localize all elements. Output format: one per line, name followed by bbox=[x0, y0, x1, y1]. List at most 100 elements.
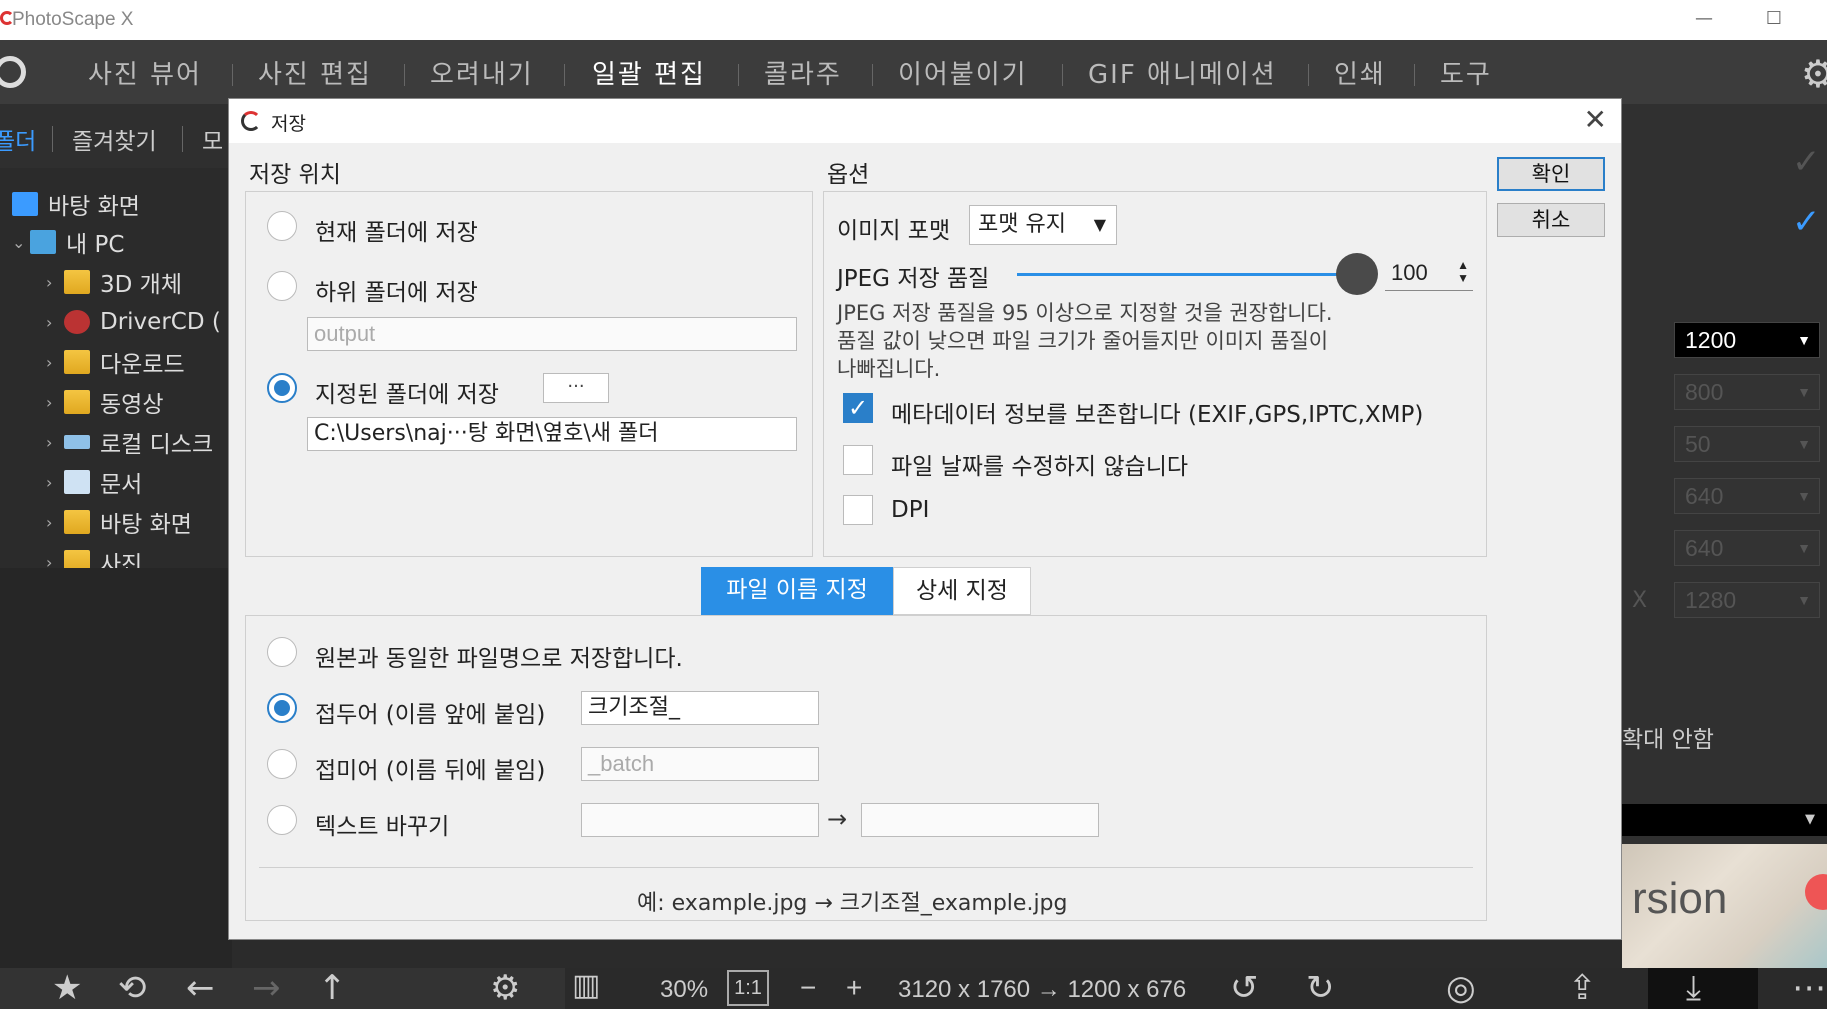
maximize-button[interactable]: ☐ bbox=[1754, 4, 1794, 34]
tab-file-naming[interactable]: 파일 이름 지정 bbox=[701, 567, 893, 615]
chevron-down-icon[interactable]: ⌄ bbox=[12, 233, 30, 252]
tab-separator bbox=[52, 126, 53, 152]
tab-more[interactable]: 모 bbox=[202, 122, 223, 156]
tree-item-videos[interactable]: › 동영상 bbox=[46, 384, 163, 420]
same-name-radio[interactable] bbox=[267, 637, 297, 667]
image-format-select[interactable]: 포맷 유지 ▼ bbox=[969, 205, 1117, 245]
browse-button[interactable]: ··· bbox=[543, 373, 609, 403]
tree-item-pictures[interactable]: › 사진 bbox=[46, 544, 142, 568]
replace-to-input[interactable] bbox=[861, 803, 1099, 837]
refresh-icon[interactable]: ⟲ bbox=[118, 968, 147, 1008]
current-folder-label[interactable]: 현재 폴더에 저장 bbox=[315, 213, 478, 247]
minimize-button[interactable]: — bbox=[1684, 4, 1724, 34]
chevron-right-icon[interactable]: › bbox=[46, 313, 64, 332]
prefix-radio[interactable] bbox=[267, 693, 297, 723]
chevron-right-icon[interactable]: › bbox=[46, 353, 64, 372]
tab-detail-settings[interactable]: 상세 지정 bbox=[893, 567, 1031, 615]
tree-item-my-pc[interactable]: ⌄ 내 PC bbox=[12, 224, 124, 260]
size-select-value: 640 bbox=[1685, 483, 1724, 509]
zoom-out-button[interactable]: − bbox=[800, 972, 816, 1004]
menu-photo-viewer[interactable]: 사진 뷰어 bbox=[88, 54, 202, 91]
share-icon[interactable]: ⇪ bbox=[1568, 968, 1597, 1008]
menu-cut-out[interactable]: 오려내기 bbox=[430, 54, 534, 91]
menu-photo-editor[interactable]: 사진 편집 bbox=[258, 54, 372, 91]
rotate-left-icon[interactable]: ↺ bbox=[1230, 968, 1259, 1008]
image-format-value: 포맷 유지 bbox=[978, 212, 1066, 237]
specified-folder-label[interactable]: 지정된 폴더에 저장 bbox=[315, 375, 499, 409]
zoom-level[interactable]: 30% bbox=[660, 976, 708, 1004]
settings-gear-icon[interactable]: ⚙ bbox=[1801, 52, 1827, 96]
more-icon[interactable]: ⋯ bbox=[1792, 968, 1826, 1008]
chevron-right-icon[interactable]: › bbox=[46, 513, 64, 532]
folder-icon bbox=[64, 270, 90, 294]
keep-metadata-checkbox[interactable]: ✓ bbox=[843, 393, 873, 423]
keep-metadata-label[interactable]: 메타데이터 정보를 보존합니다 (EXIF,GPS,IPTC,XMP) bbox=[891, 395, 1423, 429]
one-to-one-button[interactable]: 1:1 bbox=[727, 970, 769, 1006]
menu-tools[interactable]: 도구 bbox=[1440, 54, 1492, 91]
keep-file-date-label[interactable]: 파일 날짜를 수정하지 않습니다 bbox=[891, 447, 1188, 481]
dropdown-arrow-icon: ▼ bbox=[1797, 436, 1811, 452]
check-icon[interactable]: ✓ bbox=[1792, 202, 1821, 242]
up-arrow-icon[interactable]: ↑ bbox=[318, 968, 347, 1008]
tree-item-documents[interactable]: › 문서 bbox=[46, 464, 142, 500]
prefix-input[interactable]: 크기조절_ bbox=[581, 691, 819, 725]
dpi-label[interactable]: DPI bbox=[891, 497, 929, 523]
chevron-right-icon[interactable]: › bbox=[46, 473, 64, 492]
back-arrow-icon[interactable]: ← bbox=[186, 968, 215, 1008]
rotate-right-icon[interactable]: ↻ bbox=[1306, 968, 1335, 1008]
jpeg-quality-spinner[interactable]: 100 ▲ ▼ bbox=[1385, 257, 1473, 291]
folder-path-input[interactable]: C:\Users\naj···탕 화면\옆호\새 폴더 bbox=[307, 417, 797, 451]
tree-item-local-disk[interactable]: › 로컬 디스크 bbox=[46, 424, 213, 460]
tree-item-drivercd[interactable]: › DriverCD ( bbox=[46, 304, 221, 340]
tree-item-desktop[interactable]: 바탕 화면 bbox=[12, 186, 140, 222]
subfolder-label[interactable]: 하위 폴더에 저장 bbox=[315, 273, 478, 307]
dpi-checkbox[interactable] bbox=[843, 495, 873, 525]
menu-collage[interactable]: 콜라주 bbox=[764, 54, 842, 91]
tree-item-label: 문서 bbox=[100, 472, 143, 498]
chevron-right-icon[interactable]: › bbox=[46, 553, 64, 569]
subfolder-radio[interactable] bbox=[267, 271, 297, 301]
save-button[interactable]: ⤓ bbox=[1648, 968, 1758, 1009]
star-icon[interactable]: ★ bbox=[52, 968, 82, 1008]
target-icon[interactable]: ◎ bbox=[1446, 968, 1476, 1008]
tab-folder[interactable]: 폴더 bbox=[0, 122, 36, 156]
specified-folder-radio[interactable] bbox=[267, 373, 297, 403]
tree-item-3d-objects[interactable]: › 3D 개체 bbox=[46, 264, 182, 300]
menu-combine[interactable]: 이어붙이기 bbox=[898, 54, 1028, 91]
browser-tabs: 폴더 즐겨찾기 모 bbox=[0, 104, 232, 168]
suffix-radio[interactable] bbox=[267, 749, 297, 779]
spinner-arrows-icon[interactable]: ▲ ▼ bbox=[1457, 259, 1469, 285]
subfolder-input[interactable]: output bbox=[307, 317, 797, 351]
chevron-right-icon[interactable]: › bbox=[46, 393, 64, 412]
prefix-label[interactable]: 접두어 (이름 앞에 붙임) bbox=[315, 695, 545, 729]
menu-gif-animation[interactable]: GIF 애니메이션 bbox=[1088, 54, 1277, 91]
cancel-button[interactable]: 취소 bbox=[1497, 203, 1605, 237]
compare-icon[interactable]: ▥ bbox=[572, 968, 600, 1003]
same-name-label[interactable]: 원본과 동일한 파일명으로 저장합니다. bbox=[315, 639, 683, 673]
menu-batch-editor[interactable]: 일괄 편집 bbox=[592, 54, 706, 91]
zoom-in-button[interactable]: + bbox=[846, 972, 862, 1004]
settings-gear-icon[interactable]: ⚙ bbox=[490, 968, 520, 1008]
slider-thumb[interactable] bbox=[1336, 253, 1378, 295]
ok-button[interactable]: 확인 bbox=[1497, 157, 1605, 191]
jpeg-quality-hint: JPEG 저장 품질을 95 이상으로 지정할 것을 권장합니다. 품질 값이 … bbox=[837, 301, 1333, 381]
replace-text-radio[interactable] bbox=[267, 805, 297, 835]
tree-item-downloads[interactable]: › 다운로드 bbox=[46, 344, 185, 380]
photoscape-logo-icon[interactable] bbox=[0, 56, 26, 88]
chevron-right-icon[interactable]: › bbox=[46, 273, 64, 292]
close-icon[interactable]: ✕ bbox=[1584, 103, 1607, 136]
replace-from-input[interactable] bbox=[581, 803, 819, 837]
suffix-input[interactable]: _batch bbox=[581, 747, 819, 781]
check-icon[interactable]: ✓ bbox=[1792, 142, 1821, 182]
tab-favorites[interactable]: 즐겨찾기 bbox=[72, 122, 157, 156]
tree-item-desktop-2[interactable]: › 바탕 화면 bbox=[46, 504, 192, 540]
menu-print[interactable]: 인쇄 bbox=[1334, 54, 1386, 91]
option-select[interactable]: ▼ bbox=[1622, 804, 1827, 836]
size-select[interactable]: 1200 ▼ bbox=[1674, 322, 1820, 358]
slider-track[interactable] bbox=[1017, 273, 1357, 276]
chevron-right-icon[interactable]: › bbox=[46, 433, 64, 452]
replace-text-label[interactable]: 텍스트 바꾸기 bbox=[315, 807, 449, 841]
suffix-label[interactable]: 접미어 (이름 뒤에 붙임) bbox=[315, 751, 545, 785]
current-folder-radio[interactable] bbox=[267, 211, 297, 241]
keep-file-date-checkbox[interactable] bbox=[843, 445, 873, 475]
